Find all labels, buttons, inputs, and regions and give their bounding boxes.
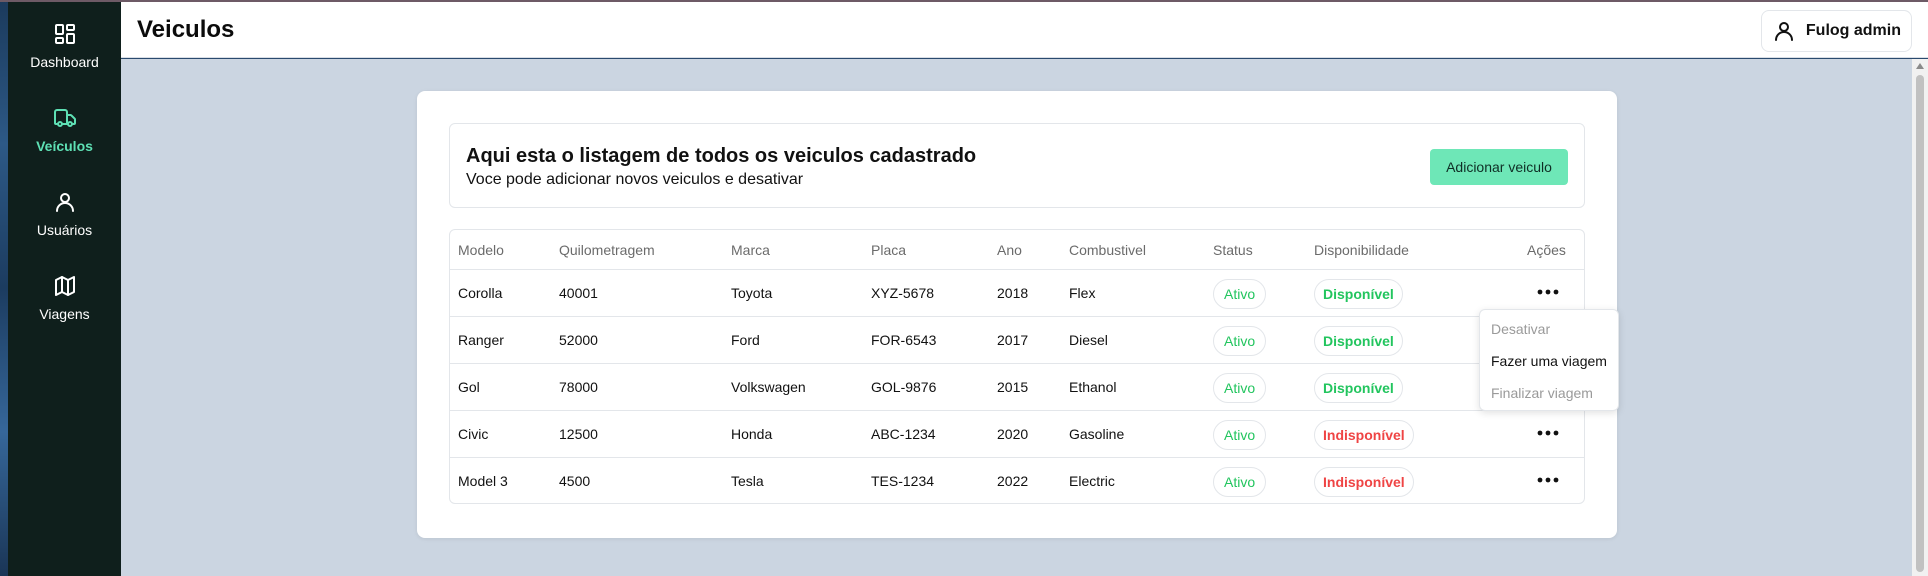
cell-combustivel: Ethanol <box>1069 379 1117 395</box>
intro-subtitle: Voce pode adicionar novos veiculos e des… <box>466 171 804 188</box>
sidebar-item-label: Dashboard <box>30 54 99 70</box>
column-header-modelo: Modelo <box>458 242 504 258</box>
intro-panel: Aqui esta o listagem de todos os veiculo… <box>449 123 1585 208</box>
top-header: Veiculos Fulog admin <box>121 2 1928 58</box>
availability-badge: Disponível <box>1314 326 1403 356</box>
menu-item-finalizar-viagem[interactable]: Finalizar viagem <box>1491 385 1593 401</box>
row-actions-button[interactable] <box>1534 421 1562 445</box>
map-icon <box>54 276 75 296</box>
more-horizontal-icon <box>1537 289 1559 295</box>
cell-ano: 2017 <box>997 332 1029 348</box>
status-badge: Ativo <box>1213 326 1267 356</box>
cell-modelo: Model 3 <box>458 473 508 489</box>
cell-placa: GOL-9876 <box>871 379 937 395</box>
scroll-up-arrow-icon[interactable] <box>1916 63 1924 69</box>
scrollbar-thumb[interactable] <box>1916 75 1924 572</box>
cell-modelo: Civic <box>458 426 489 442</box>
more-horizontal-icon <box>1537 430 1559 436</box>
table-row: Gol 78000 Volkswagen GOL-9876 2015 Ethan… <box>450 364 1584 411</box>
cell-placa: TES-1234 <box>871 473 935 489</box>
cell-placa: XYZ-5678 <box>871 285 935 301</box>
table-row: Civic 12500 Honda ABC-1234 2020 Gasoline… <box>450 411 1584 458</box>
cell-ano: 2018 <box>997 285 1029 301</box>
cell-quilometragem: 52000 <box>559 332 598 348</box>
vehicles-card: Aqui esta o listagem de todos os veiculo… <box>417 91 1617 538</box>
vehicles-table: Modelo Quilometragem Marca Placa Ano Com… <box>449 229 1585 504</box>
cell-modelo: Gol <box>458 379 480 395</box>
cell-quilometragem: 4500 <box>559 473 591 489</box>
cell-ano: 2015 <box>997 379 1029 395</box>
column-header-placa: Placa <box>871 242 907 258</box>
sidebar-item-label: Viagens <box>39 306 90 322</box>
cell-combustivel: Gasoline <box>1069 426 1125 442</box>
cell-combustivel: Electric <box>1069 473 1115 489</box>
column-header-acoes: Ações <box>1527 242 1566 258</box>
cell-modelo: Corolla <box>458 285 503 301</box>
column-header-quilometragem: Quilometragem <box>559 242 655 258</box>
row-actions-button[interactable] <box>1534 280 1562 304</box>
column-header-disponibilidade: Disponibilidade <box>1314 242 1409 258</box>
add-vehicle-button[interactable]: Adicionar veiculo <box>1430 149 1568 185</box>
availability-badge: Disponível <box>1314 279 1403 309</box>
table-header: Modelo Quilometragem Marca Placa Ano Com… <box>450 230 1584 270</box>
cell-placa: ABC-1234 <box>871 426 936 442</box>
desktop-background <box>0 0 8 576</box>
availability-badge: Disponível <box>1314 373 1403 403</box>
sidebar-item-label: Veículos <box>36 138 93 154</box>
status-badge: Ativo <box>1213 373 1267 403</box>
user-icon <box>1774 22 1793 41</box>
availability-badge: Indisponível <box>1314 467 1414 497</box>
user-menu-button[interactable]: Fulog admin <box>1760 10 1912 52</box>
column-header-marca: Marca <box>731 242 770 258</box>
cell-marca: Volkswagen <box>731 379 806 395</box>
actions-dropdown-menu: Desativar Fazer uma viagem Finalizar via… <box>1479 309 1619 411</box>
intro-title: Aqui esta o listagem de todos os veiculo… <box>466 145 977 167</box>
cell-quilometragem: 12500 <box>559 426 598 442</box>
cell-marca: Ford <box>731 332 760 348</box>
user-icon <box>55 193 74 212</box>
table-row: Corolla 40001 Toyota XYZ-5678 2018 Flex … <box>450 270 1584 317</box>
cell-marca: Toyota <box>731 285 773 301</box>
dashboard-icon <box>54 24 75 44</box>
user-name: Fulog admin <box>1805 22 1901 39</box>
status-badge: Ativo <box>1213 467 1267 497</box>
availability-badge: Indisponível <box>1314 420 1414 450</box>
column-header-ano: Ano <box>997 242 1022 258</box>
sidebar-item-dashboard[interactable]: Dashboard <box>8 22 121 70</box>
cell-quilometragem: 78000 <box>559 379 598 395</box>
page-title: Veiculos <box>137 16 235 43</box>
status-badge: Ativo <box>1213 420 1267 450</box>
column-header-status: Status <box>1213 242 1253 258</box>
main-content: Aqui esta o listagem de todos os veiculo… <box>121 59 1912 576</box>
page-scrollbar[interactable] <box>1912 59 1928 576</box>
row-actions-button[interactable] <box>1534 468 1562 492</box>
cell-marca: Honda <box>731 426 773 442</box>
sidebar-item-label: Usuários <box>36 222 93 238</box>
sidebar-item-usuarios[interactable]: Usuários <box>8 190 121 238</box>
table-row: Model 3 4500 Tesla TES-1234 2022 Electri… <box>450 458 1584 505</box>
table-row: Ranger 52000 Ford FOR-6543 2017 Diesel A… <box>450 317 1584 364</box>
cell-marca: Tesla <box>731 473 764 489</box>
cell-modelo: Ranger <box>458 332 504 348</box>
cell-combustivel: Diesel <box>1069 332 1108 348</box>
sidebar-item-veiculos[interactable]: Veículos <box>8 106 121 154</box>
more-horizontal-icon <box>1537 477 1559 483</box>
sidebar-item-viagens[interactable]: Viagens <box>8 274 121 322</box>
cell-combustivel: Flex <box>1069 285 1096 301</box>
cell-ano: 2022 <box>997 473 1029 489</box>
truck-icon <box>53 109 76 127</box>
column-header-combustivel: Combustivel <box>1069 242 1147 258</box>
cell-quilometragem: 40001 <box>559 285 598 301</box>
status-badge: Ativo <box>1213 279 1267 309</box>
cell-placa: FOR-6543 <box>871 332 937 348</box>
cell-ano: 2020 <box>997 426 1029 442</box>
menu-item-desativar[interactable]: Desativar <box>1491 321 1550 337</box>
menu-item-fazer-viagem[interactable]: Fazer uma viagem <box>1491 353 1607 369</box>
sidebar: Dashboard Veículos Usuários Viagens <box>8 2 121 576</box>
